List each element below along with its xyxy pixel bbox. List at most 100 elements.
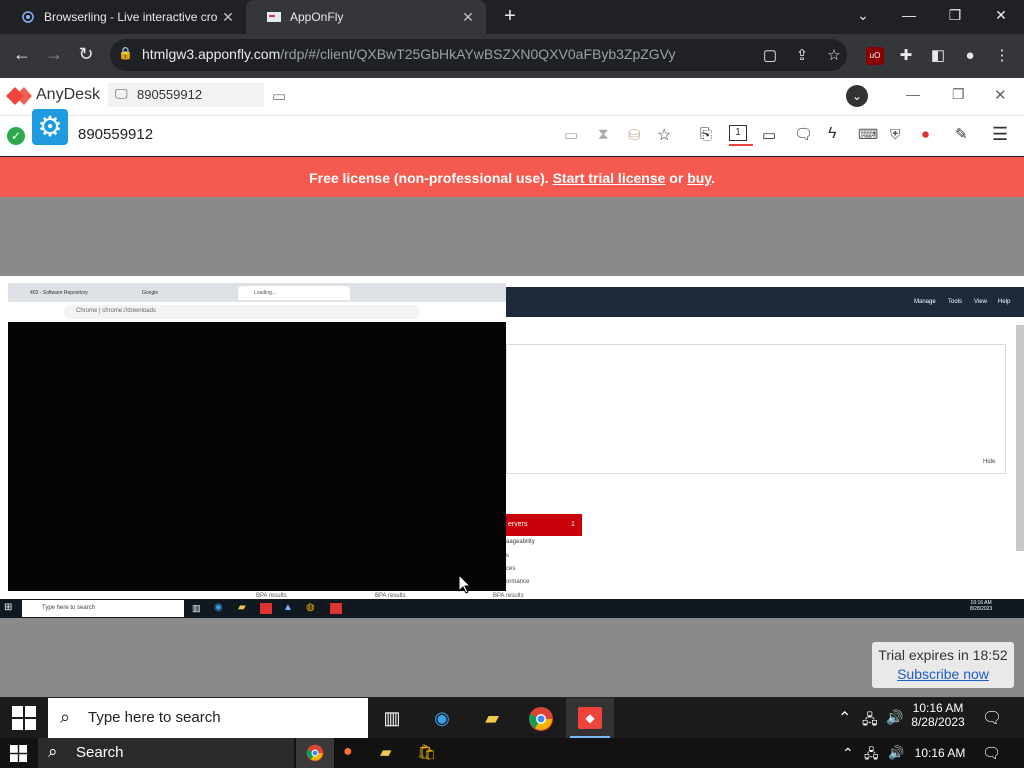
chat-icon[interactable]: 🗨: [794, 125, 813, 143]
license-banner: Free license (non-professional use). Sta…: [0, 157, 1024, 197]
hide-screen-icon[interactable]: ▭: [564, 126, 578, 144]
file-explorer-icon[interactable]: ▰: [380, 743, 392, 761]
chrome-icon[interactable]: [306, 744, 324, 767]
network-icon[interactable]: 🖧: [862, 709, 878, 733]
display-1-icon[interactable]: 1: [729, 125, 747, 141]
subscribe-now-link[interactable]: Subscribe now: [872, 666, 1014, 682]
new-session-icon[interactable]: ▭: [272, 87, 286, 105]
show-hidden-icons-icon[interactable]: ⌃: [838, 708, 851, 728]
display-icon[interactable]: ▭: [762, 126, 776, 144]
windows-start-icon[interactable]: [12, 706, 36, 735]
anydesk-logo-icon: [6, 86, 32, 111]
file-explorer-icon[interactable]: ▰: [476, 702, 508, 734]
notifications-icon[interactable]: 🗨: [982, 708, 1002, 728]
extensions-puzzle-icon[interactable]: ✚: [894, 44, 918, 68]
inner-url: Chrome | chrome://downloads: [76, 308, 156, 314]
remote-scrollbar[interactable]: [1016, 325, 1024, 551]
remote-start-icon[interactable]: ⊞: [4, 602, 12, 613]
monitor-icon: 🖵: [115, 86, 128, 101]
share-icon[interactable]: ⇪: [790, 44, 814, 68]
start-trial-link[interactable]: Start trial license: [553, 170, 666, 186]
reload-icon[interactable]: ↻: [72, 40, 100, 68]
hourglass-icon[interactable]: ⧗: [598, 126, 609, 143]
remote-anydesk2-icon[interactable]: [330, 603, 342, 614]
chrome-menu-icon[interactable]: ⋮: [990, 44, 1014, 68]
url-text: htmlgw3.apponfly.com/rdp/#/client/QXBwT2…: [142, 46, 676, 62]
menu-help[interactable]: Help: [998, 299, 1010, 305]
database-icon[interactable]: ⛁: [628, 126, 641, 144]
whiteboard-pen-icon[interactable]: ✎: [955, 125, 968, 143]
record-icon[interactable]: ⏺: [922, 126, 929, 143]
remote-server-manager-icon[interactable]: ▲: [283, 602, 293, 613]
tab-search-chevron-icon[interactable]: ⌄: [840, 0, 886, 30]
remote-search-box[interactable]: Type here to search: [22, 600, 184, 617]
chrome-icon[interactable]: [528, 706, 554, 737]
connected-check-icon: ✓: [7, 127, 25, 145]
minimize-icon[interactable]: —: [886, 0, 932, 30]
task-view-icon[interactable]: ▥: [376, 702, 408, 734]
tab-title: Browserling - Live interactive cro: [44, 10, 218, 24]
store-icon[interactable]: 🛍: [417, 743, 436, 761]
tab-apponfly[interactable]: AppOnFly ✕: [246, 0, 486, 34]
edge-icon[interactable]: ◉: [426, 702, 458, 734]
browserling-favicon-icon: [20, 9, 36, 25]
menu-view[interactable]: View: [974, 299, 987, 305]
tab-browserling[interactable]: Browserling - Live interactive cro ✕: [0, 0, 246, 34]
list-item: ormance: [506, 579, 530, 585]
taskbar-clock[interactable]: 10:16 AM: [910, 746, 970, 760]
hamburger-menu-icon[interactable]: ☰: [992, 124, 1008, 145]
close-window-icon[interactable]: ✕: [978, 0, 1024, 30]
remote-settings-gear-icon[interactable]: ⚙: [32, 109, 68, 145]
menu-manage[interactable]: Manage: [914, 299, 936, 305]
remote-explorer-icon[interactable]: ▰: [238, 602, 246, 613]
side-panel-icon[interactable]: ◧: [926, 44, 950, 68]
anydesk-close-icon[interactable]: ✕: [994, 86, 1007, 104]
permissions-shield-icon[interactable]: ⛨: [890, 126, 901, 143]
close-tab-icon[interactable]: ✕: [220, 9, 236, 26]
windows-start-icon[interactable]: [10, 745, 27, 767]
keyboard-icon[interactable]: ⌨: [858, 126, 878, 143]
taskbar-search-box[interactable]: Type here to search: [48, 698, 368, 738]
profile-avatar-icon[interactable]: ●: [958, 44, 982, 68]
inner-tab[interactable]: 403 - Software Repository: [10, 286, 125, 300]
anydesk-taskbar-icon[interactable]: ◆: [578, 707, 602, 729]
menu-tools[interactable]: Tools: [948, 299, 962, 305]
lock-icon[interactable]: 🔒: [118, 46, 133, 60]
server-manager-header: [506, 287, 1024, 317]
network-icon[interactable]: 🖧: [864, 745, 879, 767]
restore-icon[interactable]: ❐: [932, 0, 978, 30]
remote-edge-icon[interactable]: ◉: [214, 602, 223, 613]
forward-icon[interactable]: →: [40, 40, 68, 68]
buy-link[interactable]: buy: [687, 170, 711, 186]
new-tab-icon[interactable]: +: [498, 4, 522, 28]
taskbar-search-box[interactable]: Search: [38, 738, 294, 768]
clipboard-icon[interactable]: ▢: [758, 44, 782, 68]
volume-icon[interactable]: 🔊: [886, 709, 903, 726]
download-circle-icon[interactable]: ⌄: [846, 85, 868, 107]
back-icon[interactable]: ←: [8, 40, 36, 68]
remote-taskview-icon[interactable]: ▥: [192, 603, 201, 614]
anydesk-restore-icon[interactable]: ❐: [952, 86, 965, 103]
mouse-cursor-icon: [458, 573, 472, 599]
file-transfer-icon[interactable]: ⎘: [700, 126, 712, 143]
show-hidden-icons-icon[interactable]: ⌃: [842, 745, 854, 762]
notifications-icon[interactable]: 🗨: [982, 744, 1001, 762]
actions-lightning-icon[interactable]: ϟ: [828, 125, 836, 143]
firefox-icon[interactable]: ●: [343, 743, 353, 761]
inner-tab[interactable]: Google: [128, 286, 236, 300]
list-item: aageability: [506, 539, 535, 545]
inner-tab-active[interactable]: Loading...: [238, 286, 350, 300]
remote-anydesk-icon[interactable]: [260, 603, 272, 614]
ublock-extension-icon[interactable]: uO: [866, 47, 884, 65]
close-tab-icon[interactable]: ✕: [460, 9, 476, 26]
tab-title: AppOnFly: [290, 10, 344, 24]
hide-link[interactable]: Hide: [983, 459, 995, 465]
bookmark-star-icon[interactable]: ☆: [822, 44, 846, 68]
servers-label: ervers: [508, 521, 528, 528]
anydesk-minimize-icon[interactable]: —: [906, 86, 920, 102]
inner-page-content[interactable]: [8, 322, 506, 591]
remote-chrome-icon[interactable]: ◍: [306, 602, 315, 613]
favorite-star-icon[interactable]: ☆: [657, 125, 671, 145]
volume-icon[interactable]: 🔊: [888, 745, 904, 761]
taskbar-clock[interactable]: 10:16 AM 8/28/2023: [908, 701, 968, 729]
